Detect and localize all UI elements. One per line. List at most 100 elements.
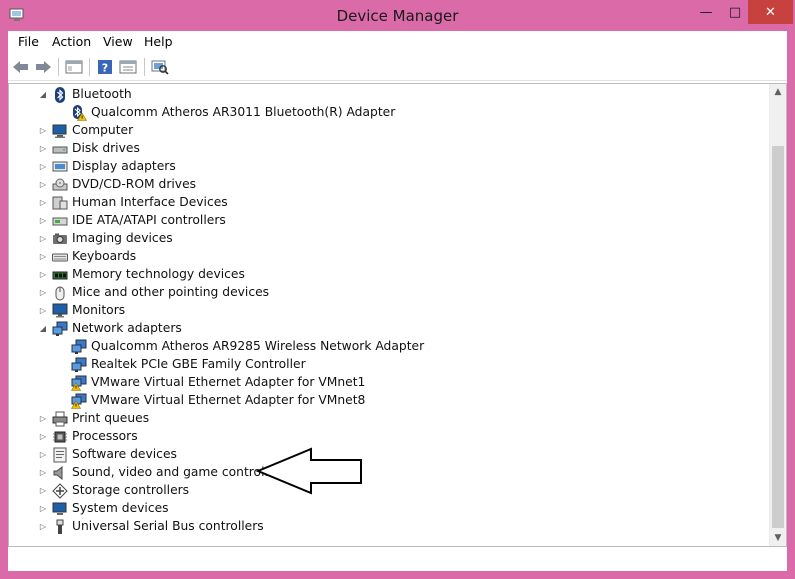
network-adapter-icon xyxy=(71,339,87,355)
tree-item-label: Print queues xyxy=(72,411,150,425)
network-adapter-icon xyxy=(71,357,87,373)
camera-icon xyxy=(52,231,68,247)
tree-item-label: Qualcomm Atheros AR3011 Bluetooth(R) Ada… xyxy=(91,105,396,119)
scroll-down-icon[interactable]: ▼ xyxy=(770,530,786,546)
expand-toggle-icon[interactable]: ▷ xyxy=(39,216,47,226)
tree-item-label: Computer xyxy=(72,123,134,137)
expand-toggle-icon[interactable]: ▷ xyxy=(39,288,47,298)
network-warning-icon xyxy=(70,393,87,409)
expand-toggle-icon[interactable]: ▷ xyxy=(39,144,47,154)
tree-device-item[interactable]: Qualcomm Atheros AR3011 Bluetooth(R) Ada… xyxy=(9,104,771,122)
vertical-scrollbar[interactable]: ▲ ▼ xyxy=(769,84,786,546)
tree-category-item[interactable]: ▷ System devices xyxy=(9,500,771,518)
tree-category-item[interactable]: ▷ Disk drives xyxy=(9,140,771,158)
monitor-icon xyxy=(52,303,68,319)
menu-action[interactable]: Action xyxy=(52,34,91,49)
expand-toggle-icon[interactable]: ▷ xyxy=(39,486,47,496)
help-icon[interactable]: ? xyxy=(95,57,115,77)
expand-toggle-icon[interactable]: ▷ xyxy=(39,504,47,514)
expand-toggle-icon[interactable]: ▷ xyxy=(39,162,47,172)
expand-toggle-icon[interactable]: ▷ xyxy=(39,522,47,532)
minimize-button[interactable]: — xyxy=(691,0,721,24)
title-bar[interactable]: Device Manager — □ ✕ xyxy=(0,0,795,31)
tree-category-item[interactable]: ▷ Keyboards xyxy=(9,248,771,266)
back-arrow-icon[interactable] xyxy=(11,57,31,77)
tree-item-label: Disk drives xyxy=(72,141,140,155)
dvd-drive-icon xyxy=(52,177,68,193)
scroll-up-icon[interactable]: ▲ xyxy=(770,84,786,100)
tree-item-label: Monitors xyxy=(72,303,126,317)
tree-category-item[interactable]: ▷ Memory technology devices xyxy=(9,266,771,284)
tree-category-item[interactable]: ▷ Display adapters xyxy=(9,158,771,176)
expand-toggle-icon[interactable]: ▷ xyxy=(39,450,47,460)
mouse-icon xyxy=(52,285,68,301)
tree-item-label: Memory technology devices xyxy=(72,267,245,281)
tree-category-item[interactable]: ▷ Computer xyxy=(9,122,771,140)
device-tree-frame: ◢ Bluetooth Qualcomm Atheros AR3011 Blueto… xyxy=(8,83,787,547)
usb-icon xyxy=(52,519,68,535)
expand-toggle-icon[interactable]: ▷ xyxy=(39,126,47,136)
tree-category-item[interactable]: ▷ DVD/CD-ROM drives xyxy=(9,176,771,194)
expand-toggle-icon[interactable]: ▷ xyxy=(39,432,47,442)
hid-icon xyxy=(52,195,68,211)
console-tree-icon[interactable] xyxy=(64,57,84,77)
close-button[interactable]: ✕ xyxy=(748,0,793,24)
tree-category-item[interactable]: ▷ Software devices xyxy=(9,446,771,464)
tree-item-label: Mice and other pointing devices xyxy=(72,285,270,299)
tree-device-item[interactable]: Realtek PCIe GBE Family Controller xyxy=(9,356,771,374)
tree-item-label: Realtek PCIe GBE Family Controller xyxy=(91,357,306,371)
expand-toggle-icon[interactable]: ▷ xyxy=(39,252,47,262)
tree-item-label: IDE ATA/ATAPI controllers xyxy=(72,213,226,227)
device-manager-window: Device Manager — □ ✕ File Action View He… xyxy=(0,0,795,579)
tree-category-item[interactable]: ▷ Universal Serial Bus controllers xyxy=(9,518,771,536)
forward-arrow-icon[interactable] xyxy=(33,57,53,77)
tree-category-item[interactable]: ▷ Human Interface Devices xyxy=(9,194,771,212)
properties-icon[interactable] xyxy=(118,57,138,77)
tree-device-item[interactable]: VMware Virtual Ethernet Adapter for VMne… xyxy=(9,392,771,410)
scan-hardware-icon[interactable] xyxy=(150,57,170,77)
tree-item-label: Processors xyxy=(72,429,138,443)
tree-item-label: Keyboards xyxy=(72,249,137,263)
tree-category-item[interactable]: ▷ Print queues xyxy=(9,410,771,428)
expand-toggle-icon[interactable]: ▷ xyxy=(39,270,47,280)
tree-category-item[interactable]: ◢ Bluetooth xyxy=(9,86,771,104)
tree-device-item[interactable]: VMware Virtual Ethernet Adapter for VMne… xyxy=(9,374,771,392)
expand-toggle-icon[interactable]: ▷ xyxy=(39,198,47,208)
tree-item-label: VMware Virtual Ethernet Adapter for VMne… xyxy=(91,393,366,407)
speaker-icon xyxy=(52,465,68,481)
tree-category-item[interactable]: ▷ IDE ATA/ATAPI controllers xyxy=(9,212,771,230)
tree-category-item[interactable]: ◢ Network adapters xyxy=(9,320,771,338)
expand-toggle-icon[interactable]: ▷ xyxy=(39,234,47,244)
collapse-toggle-icon[interactable]: ◢ xyxy=(39,324,47,334)
expand-toggle-icon[interactable]: ▷ xyxy=(39,306,47,316)
network-warning-icon xyxy=(70,375,87,391)
menu-help[interactable]: Help xyxy=(144,34,173,49)
keyboard-icon xyxy=(52,249,68,265)
processor-icon xyxy=(52,429,68,445)
tree-device-item[interactable]: Qualcomm Atheros AR9285 Wireless Network… xyxy=(9,338,771,356)
storage-controller-icon xyxy=(52,483,68,499)
collapse-toggle-icon[interactable]: ◢ xyxy=(39,90,47,100)
status-bar xyxy=(8,549,787,571)
tree-category-item[interactable]: ▷ Imaging devices xyxy=(9,230,771,248)
expand-toggle-icon[interactable]: ▷ xyxy=(39,468,47,478)
menu-file[interactable]: File xyxy=(18,34,39,49)
scrollbar-thumb[interactable] xyxy=(772,146,784,528)
device-tree[interactable]: ◢ Bluetooth Qualcomm Atheros AR3011 Blueto… xyxy=(9,84,771,546)
toolbar-separator xyxy=(58,58,59,76)
tree-category-item[interactable]: ▷ Monitors xyxy=(9,302,771,320)
window-title: Device Manager xyxy=(336,7,459,25)
tree-category-item[interactable]: ▷ Mice and other pointing devices xyxy=(9,284,771,302)
expand-toggle-icon[interactable]: ▷ xyxy=(39,414,47,424)
maximize-button[interactable]: □ xyxy=(722,0,748,24)
printer-icon xyxy=(52,411,68,427)
tree-category-item[interactable]: ▷ Sound, video and game controllers xyxy=(9,464,771,482)
toolbar-separator xyxy=(89,58,90,76)
tree-category-item[interactable]: ▷ Storage controllers xyxy=(9,482,771,500)
tree-item-label: Storage controllers xyxy=(72,483,190,497)
tree-category-item[interactable]: ▷ Processors xyxy=(9,428,771,446)
menu-view[interactable]: View xyxy=(103,34,133,49)
svg-text:?: ? xyxy=(102,62,108,75)
annotation-arrow-icon xyxy=(256,447,362,495)
expand-toggle-icon[interactable]: ▷ xyxy=(39,180,47,190)
